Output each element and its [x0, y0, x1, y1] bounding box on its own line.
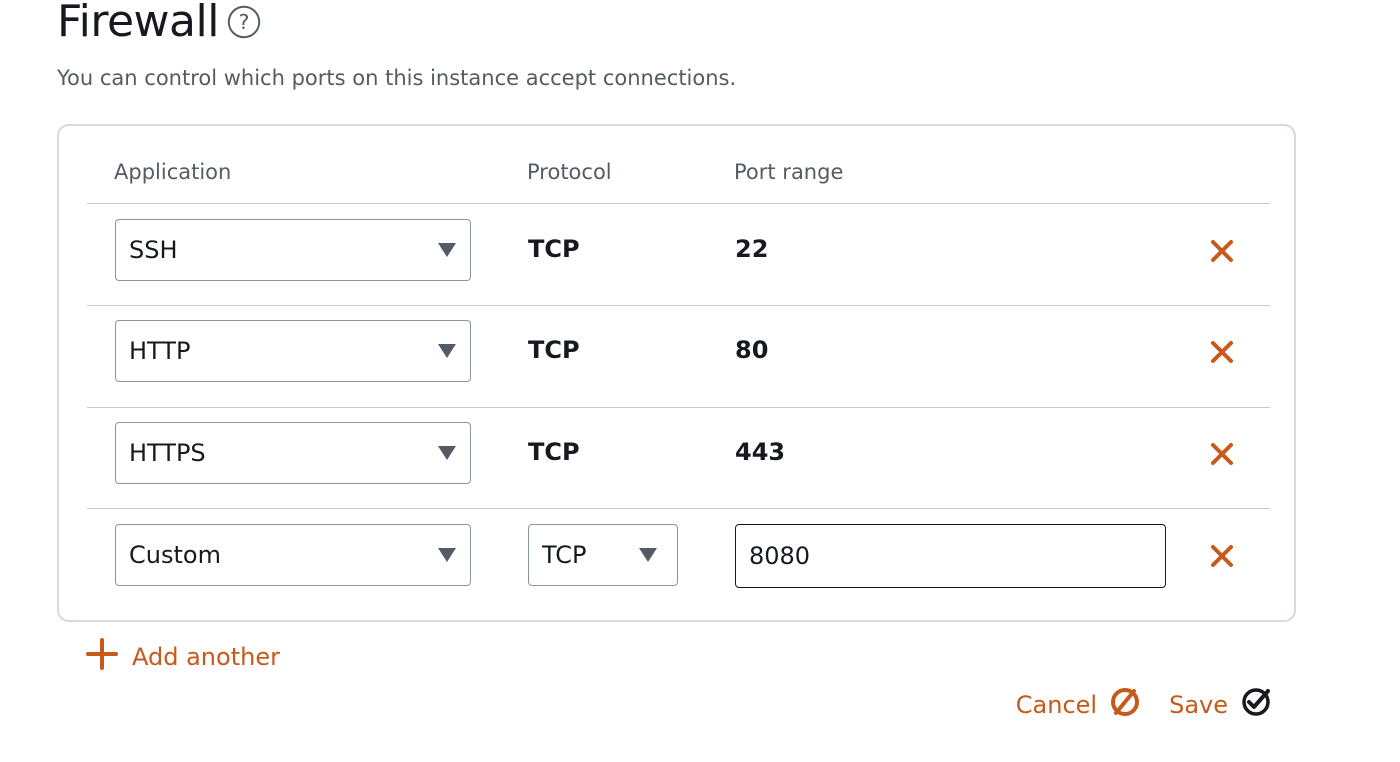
table-row: HTTPS TCP 443: [59, 407, 1294, 507]
protocol-select-value: TCP: [542, 541, 587, 569]
close-icon[interactable]: [1207, 439, 1237, 469]
table-row: HTTP TCP 80: [59, 305, 1294, 405]
triangle-down-icon: [438, 548, 456, 562]
port-range-input[interactable]: [735, 524, 1166, 588]
application-select-value: HTTPS: [129, 439, 206, 467]
application-select[interactable]: Custom: [115, 524, 471, 586]
column-header-port-range: Port range: [734, 160, 844, 184]
column-header-application: Application: [114, 160, 232, 184]
add-another-button[interactable]: Add another: [86, 638, 280, 676]
application-select[interactable]: HTTP: [115, 320, 471, 382]
save-label: Save: [1169, 691, 1228, 719]
triangle-down-icon: [438, 446, 456, 460]
column-header-protocol: Protocol: [527, 160, 612, 184]
title-row: Firewall ?: [57, 0, 261, 47]
firewall-rules-table: Application Protocol Port range SSH TCP …: [57, 124, 1296, 622]
svg-text:?: ?: [238, 10, 249, 34]
protocol-value: TCP: [528, 336, 580, 364]
cancel-circle-icon: [1109, 686, 1141, 724]
cancel-label: Cancel: [1015, 691, 1098, 719]
firewall-panel: Firewall ? You can control which ports o…: [0, 0, 1400, 762]
save-button[interactable]: Save: [1169, 686, 1272, 724]
question-circle-icon[interactable]: ?: [227, 5, 261, 39]
application-select[interactable]: SSH: [115, 219, 471, 281]
triangle-down-icon: [438, 344, 456, 358]
page-subtitle: You can control which ports on this inst…: [57, 66, 737, 90]
table-row: SSH TCP 22: [59, 204, 1294, 304]
triangle-down-icon: [639, 548, 657, 562]
application-select-value: SSH: [129, 236, 178, 264]
table-row: Custom TCP: [59, 509, 1294, 609]
close-icon[interactable]: [1207, 337, 1237, 367]
port-range-value: 443: [735, 438, 786, 466]
page-title: Firewall: [57, 0, 219, 47]
application-select-value: Custom: [129, 541, 221, 569]
cancel-button[interactable]: Cancel: [1016, 686, 1141, 724]
triangle-down-icon: [438, 243, 456, 257]
application-select-value: HTTP: [129, 337, 191, 365]
add-another-label: Add another: [132, 643, 280, 671]
port-range-value: 22: [735, 235, 769, 263]
application-select[interactable]: HTTPS: [115, 422, 471, 484]
protocol-select[interactable]: TCP: [528, 524, 678, 586]
protocol-value: TCP: [528, 235, 580, 263]
port-range-value: 80: [735, 336, 769, 364]
form-actions: Cancel Save: [988, 686, 1272, 724]
close-icon[interactable]: [1207, 236, 1237, 266]
plus-icon: [86, 638, 118, 676]
check-circle-icon: [1240, 686, 1272, 724]
protocol-value: TCP: [528, 438, 580, 466]
close-icon[interactable]: [1207, 541, 1237, 571]
